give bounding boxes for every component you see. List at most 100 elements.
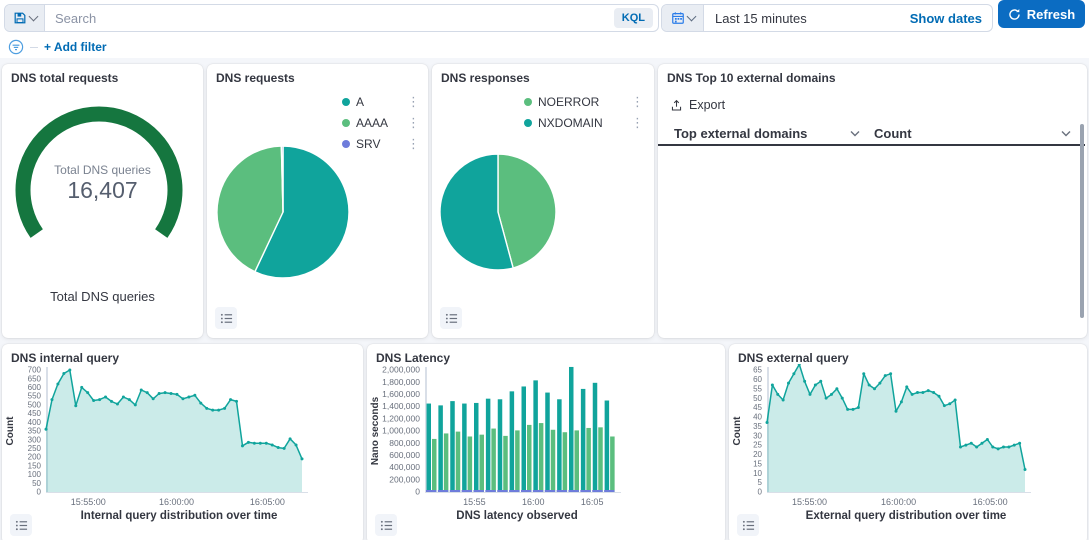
legend-dot (342, 98, 350, 106)
svg-text:15:55: 15:55 (463, 497, 486, 507)
panel-dns-latency: DNS Latency 0 200,000 400,000 600,000 800,00… (367, 344, 725, 540)
pie-chart (213, 142, 353, 282)
svg-text:1,200,000: 1,200,000 (382, 413, 420, 423)
svg-text:15:55:00: 15:55:00 (792, 497, 827, 507)
export-label: Export (689, 98, 725, 112)
legend-dot (342, 119, 350, 127)
gauge-value: 16,407 (2, 177, 203, 204)
legend-item-srv[interactable]: SRV⋮ (342, 133, 420, 154)
list-icon (220, 312, 233, 325)
chevron-down-icon (686, 12, 696, 22)
legend-menu-icon[interactable]: ⋮ (621, 115, 644, 131)
column-header-count[interactable]: Count (874, 126, 1085, 141)
legend-toggle-button[interactable] (737, 514, 759, 536)
panel-title: DNS external query (738, 351, 849, 365)
legend-menu-icon[interactable]: ⋮ (397, 115, 420, 131)
svg-text:350: 350 (28, 427, 42, 436)
time-range-value[interactable]: Last 15 minutes (704, 11, 910, 26)
divider (30, 47, 38, 48)
svg-text:1,600,000: 1,600,000 (382, 389, 420, 399)
svg-text:250: 250 (28, 444, 42, 453)
svg-text:55: 55 (753, 384, 762, 393)
panel-dns-total-requests: DNS total requests Total DNS queries 16,… (2, 64, 203, 338)
legend-toggle-button[interactable] (10, 514, 32, 536)
chevron-down-icon (28, 12, 38, 22)
list-icon (380, 519, 393, 532)
legend: NOERROR⋮ NXDOMAIN ⋮ (524, 91, 644, 133)
svg-text:1,800,000: 1,800,000 (382, 377, 420, 387)
svg-text:30: 30 (753, 431, 762, 440)
filter-icon[interactable] (8, 39, 24, 55)
search-input[interactable] (45, 11, 614, 26)
pie-chart (436, 150, 566, 280)
list-icon (445, 312, 458, 325)
panel-title: DNS Latency (376, 351, 450, 365)
legend-menu-icon[interactable]: ⋮ (397, 94, 420, 110)
legend-toggle-button[interactable] (215, 307, 237, 329)
svg-text:35: 35 (753, 422, 762, 431)
svg-text:100: 100 (28, 470, 42, 479)
svg-text:200,000: 200,000 (389, 474, 420, 484)
column-header-domains[interactable]: Top external domains (658, 126, 874, 141)
export-button[interactable]: Export (670, 98, 725, 112)
svg-text:16:00:00: 16:00:00 (881, 497, 916, 507)
list-icon (742, 519, 755, 532)
svg-text:450: 450 (28, 409, 42, 418)
legend-label: NXDOMAIN (538, 116, 603, 130)
legend-toggle-button[interactable] (440, 307, 462, 329)
legend-item-a[interactable]: A⋮ (342, 91, 420, 112)
svg-text:0: 0 (37, 488, 42, 497)
svg-text:600: 600 (28, 383, 42, 392)
svg-text:600,000: 600,000 (389, 450, 420, 460)
date-picker-menu-button[interactable] (662, 5, 704, 31)
svg-text:200: 200 (28, 453, 42, 462)
gauge-center-label: Total DNS queries (2, 163, 203, 177)
table-header: Top external domains Count (658, 122, 1085, 146)
panel-title: DNS requests (216, 71, 295, 85)
chevron-down-icon (850, 130, 860, 137)
svg-text:10: 10 (753, 469, 762, 478)
legend-toggle-button[interactable] (375, 514, 397, 536)
svg-text:15:55:00: 15:55:00 (71, 497, 106, 507)
search-bar: KQL (4, 4, 659, 32)
list-icon (15, 519, 28, 532)
svg-text:0: 0 (415, 487, 420, 497)
svg-text:2,000,000: 2,000,000 (382, 365, 420, 375)
filter-bar: + Add filter (8, 38, 107, 56)
legend-item-nxdomain[interactable]: NXDOMAIN ⋮ (524, 112, 644, 133)
refresh-button[interactable]: Refresh (998, 0, 1085, 28)
legend-dot (524, 98, 532, 106)
svg-text:400: 400 (28, 418, 42, 427)
panel-dns-top-external-domains: DNS Top 10 external domains Export Top e… (658, 64, 1087, 338)
svg-text:50: 50 (753, 394, 762, 403)
svg-text:16:05:00: 16:05:00 (250, 497, 285, 507)
date-picker: Last 15 minutes Show dates (661, 4, 993, 32)
svg-text:Count: Count (5, 416, 16, 446)
svg-text:16:05:00: 16:05:00 (973, 497, 1008, 507)
x-axis-title: External query distribution over time (741, 510, 1071, 522)
svg-text:800,000: 800,000 (389, 438, 420, 448)
kql-language-button[interactable]: KQL (614, 8, 653, 28)
legend-item-aaaa[interactable]: AAAA⋮ (342, 112, 420, 133)
legend-item-noerror[interactable]: NOERROR⋮ (524, 91, 644, 112)
svg-text:700: 700 (28, 366, 42, 375)
saved-query-menu-button[interactable] (5, 5, 45, 31)
svg-text:50: 50 (32, 479, 41, 488)
show-dates-link[interactable]: Show dates (910, 11, 992, 26)
table-scrollbar[interactable] (1080, 124, 1084, 318)
domains-table: Top external domains Count (658, 122, 1087, 146)
panel-title: DNS total requests (11, 71, 118, 85)
svg-text:25: 25 (753, 441, 762, 450)
refresh-icon (1008, 8, 1021, 21)
legend-menu-icon[interactable]: ⋮ (397, 136, 420, 152)
area-chart: 0501001502002503003504004505005506006507… (4, 364, 361, 516)
panel-title: DNS internal query (11, 351, 119, 365)
add-filter-link[interactable]: + Add filter (44, 40, 107, 54)
legend-dot (524, 119, 532, 127)
svg-text:65: 65 (753, 366, 762, 375)
svg-text:1,000,000: 1,000,000 (382, 426, 420, 436)
legend-menu-icon[interactable]: ⋮ (621, 94, 644, 110)
svg-text:400,000: 400,000 (389, 462, 420, 472)
gauge-bottom-label: Total DNS queries (2, 289, 203, 304)
svg-text:650: 650 (28, 374, 42, 383)
